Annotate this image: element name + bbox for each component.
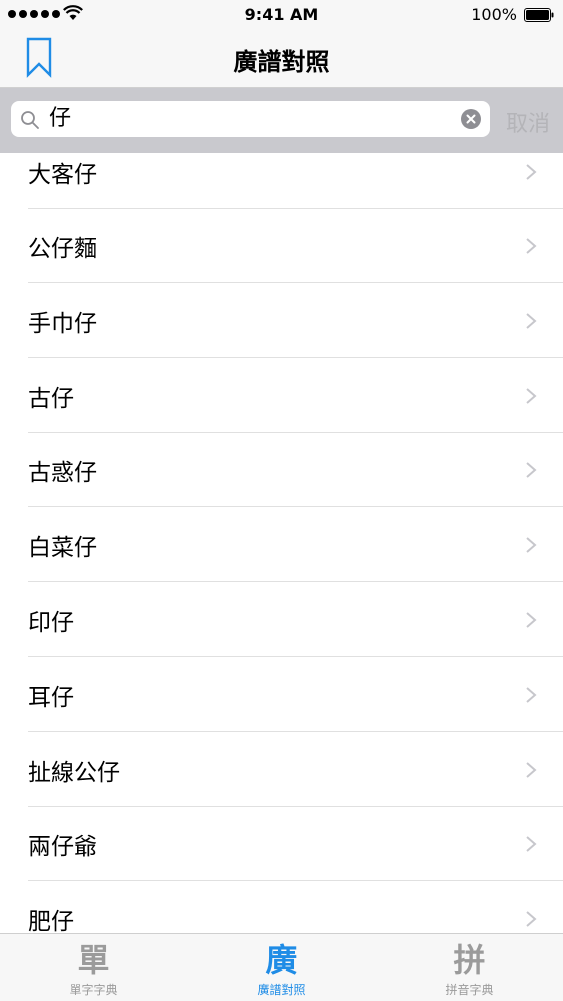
tab-icon: 廣 bbox=[265, 941, 298, 979]
list-item-label: 大客仔 bbox=[28, 162, 97, 188]
row-divider bbox=[28, 506, 563, 507]
tab-label: 拼音字典 bbox=[445, 983, 494, 997]
list-item-label: 兩仔爺 bbox=[28, 834, 97, 860]
tab-label: 單字字典 bbox=[69, 983, 118, 997]
navigation-bar: 廣譜對照 bbox=[0, 30, 563, 88]
results-list: 大客仔 公仔麵 手巾仔 古仔 古惑仔 白菜仔 印仔 耳仔 扯線公仔 兩仔爺 肥仔 bbox=[0, 153, 563, 933]
list-item[interactable]: 印仔 bbox=[0, 583, 563, 657]
list-item[interactable]: 扯線公仔 bbox=[0, 733, 563, 807]
chevron-right-icon bbox=[526, 313, 537, 329]
chevron-right-icon bbox=[526, 762, 537, 778]
list-item[interactable]: 肥仔 bbox=[0, 882, 563, 933]
list-item[interactable]: 古仔 bbox=[0, 359, 563, 433]
list-item-label: 扯線公仔 bbox=[28, 760, 120, 786]
search-bar: 取消 bbox=[0, 88, 563, 153]
list-item-label: 肥仔 bbox=[28, 909, 74, 933]
tab-label: 廣譜對照 bbox=[257, 983, 306, 997]
search-input[interactable] bbox=[49, 105, 449, 133]
chevron-right-icon bbox=[526, 911, 537, 927]
cancel-button[interactable]: 取消 bbox=[506, 106, 550, 138]
list-item[interactable]: 耳仔 bbox=[0, 658, 563, 732]
list-item-label: 古惑仔 bbox=[28, 460, 97, 486]
tab-icon: 拼 bbox=[453, 941, 486, 979]
battery-percentage: 100% bbox=[471, 5, 517, 24]
chevron-right-icon bbox=[526, 164, 537, 180]
chevron-right-icon bbox=[526, 687, 537, 703]
list-item[interactable]: 古惑仔 bbox=[0, 433, 563, 507]
list-item-label: 公仔麵 bbox=[28, 236, 97, 262]
page-title: 廣譜對照 bbox=[233, 48, 330, 76]
list-item-label: 白菜仔 bbox=[28, 535, 97, 561]
chevron-right-icon bbox=[526, 388, 537, 404]
clear-text-icon[interactable] bbox=[461, 109, 481, 129]
list-item[interactable]: 兩仔爺 bbox=[0, 807, 563, 881]
chevron-right-icon bbox=[526, 537, 537, 553]
tab-bar: 單 單字字典 廣 廣譜對照 拼 拼音字典 bbox=[0, 933, 563, 1001]
chevron-right-icon bbox=[526, 238, 537, 254]
status-bar: 9:41 AM 100% bbox=[0, 0, 563, 30]
row-divider bbox=[28, 282, 563, 283]
search-icon bbox=[21, 111, 39, 129]
row-divider bbox=[28, 731, 563, 732]
tab-single-char-dictionary[interactable]: 單 單字字典 bbox=[0, 934, 187, 1001]
search-field[interactable] bbox=[11, 101, 490, 137]
chevron-right-icon bbox=[526, 612, 537, 628]
row-divider bbox=[28, 880, 563, 881]
list-item[interactable]: 公仔麵 bbox=[0, 209, 563, 283]
chevron-right-icon bbox=[526, 836, 537, 852]
tab-cantonese-comparison[interactable]: 廣 廣譜對照 bbox=[188, 934, 375, 1001]
list-item[interactable]: 大客仔 bbox=[0, 153, 563, 209]
list-item-label: 古仔 bbox=[28, 386, 74, 412]
row-divider bbox=[28, 581, 563, 582]
row-divider bbox=[28, 656, 563, 657]
list-item-label: 印仔 bbox=[28, 610, 74, 636]
chevron-right-icon bbox=[526, 462, 537, 478]
tab-pinyin-dictionary[interactable]: 拼 拼音字典 bbox=[376, 934, 563, 1001]
list-item-label: 耳仔 bbox=[28, 685, 74, 711]
battery-icon bbox=[524, 8, 554, 22]
list-item-label: 手巾仔 bbox=[28, 311, 97, 337]
list-item[interactable]: 手巾仔 bbox=[0, 284, 563, 358]
tab-icon: 單 bbox=[77, 941, 110, 979]
row-divider bbox=[28, 357, 563, 358]
list-item[interactable]: 白菜仔 bbox=[0, 508, 563, 582]
